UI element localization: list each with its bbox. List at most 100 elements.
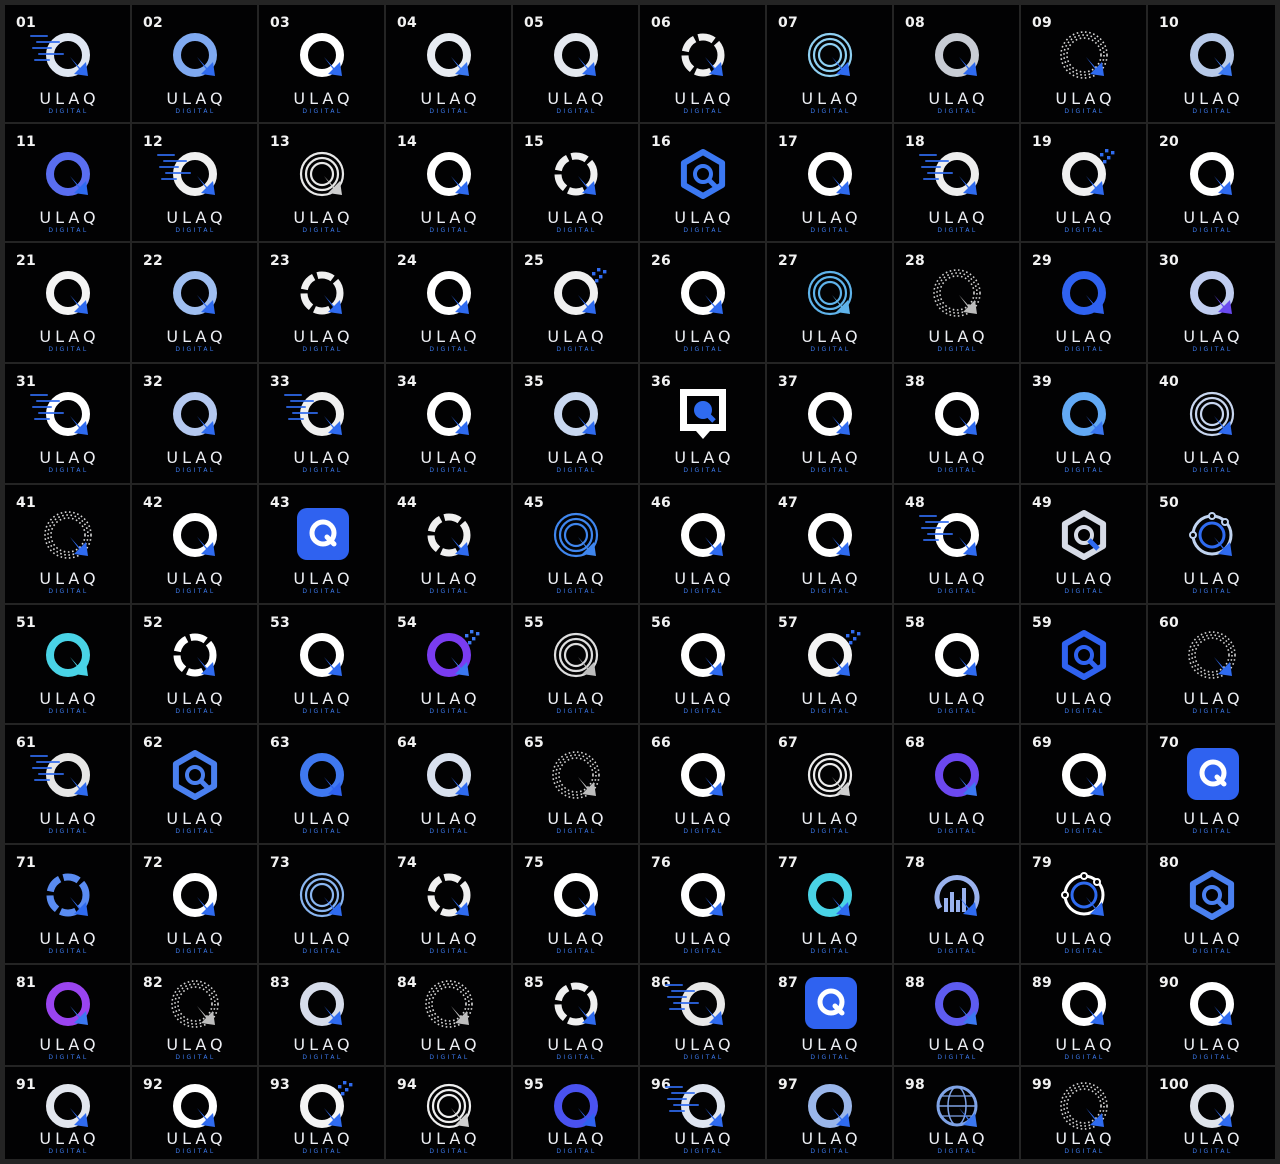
logo-card: 69 ULAQ DIGITAL — [1021, 725, 1146, 843]
q-letter-icon — [172, 873, 217, 917]
wordmark: ULAQ — [928, 1035, 989, 1054]
q-letter-icon — [1061, 392, 1106, 436]
wordmark: ULAQ — [928, 327, 989, 346]
logo-card: 46 ULAQ DIGITAL — [640, 485, 765, 603]
logo-card: 71 ULAQ DIGITAL — [5, 845, 130, 963]
wordmark: ULAQ — [801, 1129, 862, 1148]
tagline: DIGITAL — [1064, 828, 1105, 835]
tagline: DIGITAL — [302, 227, 343, 234]
tagline: DIGITAL — [429, 1054, 470, 1061]
tagline: DIGITAL — [556, 346, 597, 353]
q-letter-icon — [807, 873, 852, 917]
logo-card: 27 ULAQ DIGITAL — [767, 243, 892, 362]
logo-card: 96 ULAQ DIGITAL — [640, 1067, 765, 1159]
logo-card: 79 ULAQ DIGITAL — [1021, 845, 1146, 963]
q-letter-dotted-icon — [170, 980, 219, 1028]
tagline: DIGITAL — [683, 708, 724, 715]
tagline: DIGITAL — [810, 828, 851, 835]
tagline: DIGITAL — [175, 108, 216, 115]
tagline: DIGITAL — [683, 588, 724, 595]
logo-card: 35 ULAQ DIGITAL — [513, 364, 638, 483]
wordmark: ULAQ — [420, 448, 481, 467]
logo-card: 53 ULAQ DIGITAL — [259, 605, 384, 723]
q-letter-icon — [934, 982, 979, 1026]
tagline: DIGITAL — [429, 948, 470, 955]
tagline: DIGITAL — [175, 708, 216, 715]
tagline: DIGITAL — [175, 1054, 216, 1061]
logo-card: 63 ULAQ DIGITAL — [259, 725, 384, 843]
logo-card: 33 ULAQ DIGITAL — [259, 364, 384, 483]
logo-card: 68 ULAQ DIGITAL — [894, 725, 1019, 843]
logo-card: 93 ULAQ DIGITAL — [259, 1067, 384, 1159]
wordmark: ULAQ — [293, 1035, 354, 1054]
tagline: DIGITAL — [1192, 467, 1233, 474]
q-letter-dotted-icon — [43, 511, 92, 559]
logo-card: 43 ULAQ DIGITAL — [259, 485, 384, 603]
wordmark: ULAQ — [801, 809, 862, 828]
tagline: DIGITAL — [810, 346, 851, 353]
q-letter-motion-lines-icon — [29, 753, 90, 797]
wordmark: ULAQ — [39, 448, 100, 467]
wordmark: ULAQ — [674, 689, 735, 708]
logo-card: 40 ULAQ DIGITAL — [1148, 364, 1275, 483]
tagline: DIGITAL — [1192, 948, 1233, 955]
tagline: DIGITAL — [429, 708, 470, 715]
logo-card: 24 ULAQ DIGITAL — [386, 243, 511, 362]
tagline: DIGITAL — [175, 227, 216, 234]
q-letter-icon — [1189, 271, 1234, 315]
logo-card: 34 ULAQ DIGITAL — [386, 364, 511, 483]
logo-card: 28 ULAQ DIGITAL — [894, 243, 1019, 362]
wordmark: ULAQ — [166, 569, 227, 588]
logo-card: 67 ULAQ DIGITAL — [767, 725, 892, 843]
logo-card: 81 ULAQ DIGITAL — [5, 965, 130, 1065]
q-letter-concentric-rings-icon — [807, 270, 852, 316]
tagline: DIGITAL — [937, 346, 978, 353]
tagline: DIGITAL — [302, 108, 343, 115]
q-letter-icon — [45, 633, 90, 677]
q-letter-icon — [1061, 753, 1106, 797]
logo-card: 92 ULAQ DIGITAL — [132, 1067, 257, 1159]
tagline: DIGITAL — [175, 346, 216, 353]
q-letter-icon — [45, 982, 90, 1026]
q-letter-dotted-icon — [1059, 31, 1108, 79]
tagline: DIGITAL — [810, 1054, 851, 1061]
tagline: DIGITAL — [937, 708, 978, 715]
tagline: DIGITAL — [937, 227, 978, 234]
wordmark: ULAQ — [801, 89, 862, 108]
logo-card: 55 ULAQ DIGITAL — [513, 605, 638, 723]
tagline: DIGITAL — [175, 1148, 216, 1155]
wordmark: ULAQ — [674, 569, 735, 588]
logo-card: 08 ULAQ DIGITAL — [894, 5, 1019, 122]
tagline: DIGITAL — [175, 948, 216, 955]
tagline: DIGITAL — [937, 1148, 978, 1155]
tagline: DIGITAL — [1192, 1148, 1233, 1155]
tagline: DIGITAL — [48, 1148, 89, 1155]
tagline: DIGITAL — [48, 227, 89, 234]
tagline: DIGITAL — [810, 467, 851, 474]
logo-card: 78 ULAQ DIGITAL — [894, 845, 1019, 963]
logo-card: 14 ULAQ DIGITAL — [386, 124, 511, 241]
q-letter-icon — [934, 633, 979, 677]
q-letter-concentric-rings-icon — [299, 151, 344, 197]
logo-card: 04 ULAQ DIGITAL — [386, 5, 511, 122]
q-app-tile-icon — [804, 977, 857, 1029]
q-letter-dotted-icon — [932, 269, 981, 317]
q-letter-icon — [299, 33, 344, 77]
logo-card: 13 ULAQ DIGITAL — [259, 124, 384, 241]
logo-card: 74 ULAQ DIGITAL — [386, 845, 511, 963]
logo-card: 51 ULAQ DIGITAL — [5, 605, 130, 723]
q-letter-motion-lines-icon — [664, 982, 725, 1026]
tagline: DIGITAL — [1064, 346, 1105, 353]
q-letter-icon — [553, 392, 598, 436]
tagline: DIGITAL — [48, 346, 89, 353]
logo-card: 09 ULAQ DIGITAL — [1021, 5, 1146, 122]
tagline: DIGITAL — [1192, 588, 1233, 595]
logo-card: 42 ULAQ DIGITAL — [132, 485, 257, 603]
tagline: DIGITAL — [429, 1148, 470, 1155]
logo-card: 61 ULAQ DIGITAL — [5, 725, 130, 843]
wordmark: ULAQ — [420, 208, 481, 227]
wordmark: ULAQ — [928, 448, 989, 467]
wordmark: ULAQ — [547, 208, 608, 227]
tagline: DIGITAL — [1064, 467, 1105, 474]
logo-card: 82 ULAQ DIGITAL — [132, 965, 257, 1065]
